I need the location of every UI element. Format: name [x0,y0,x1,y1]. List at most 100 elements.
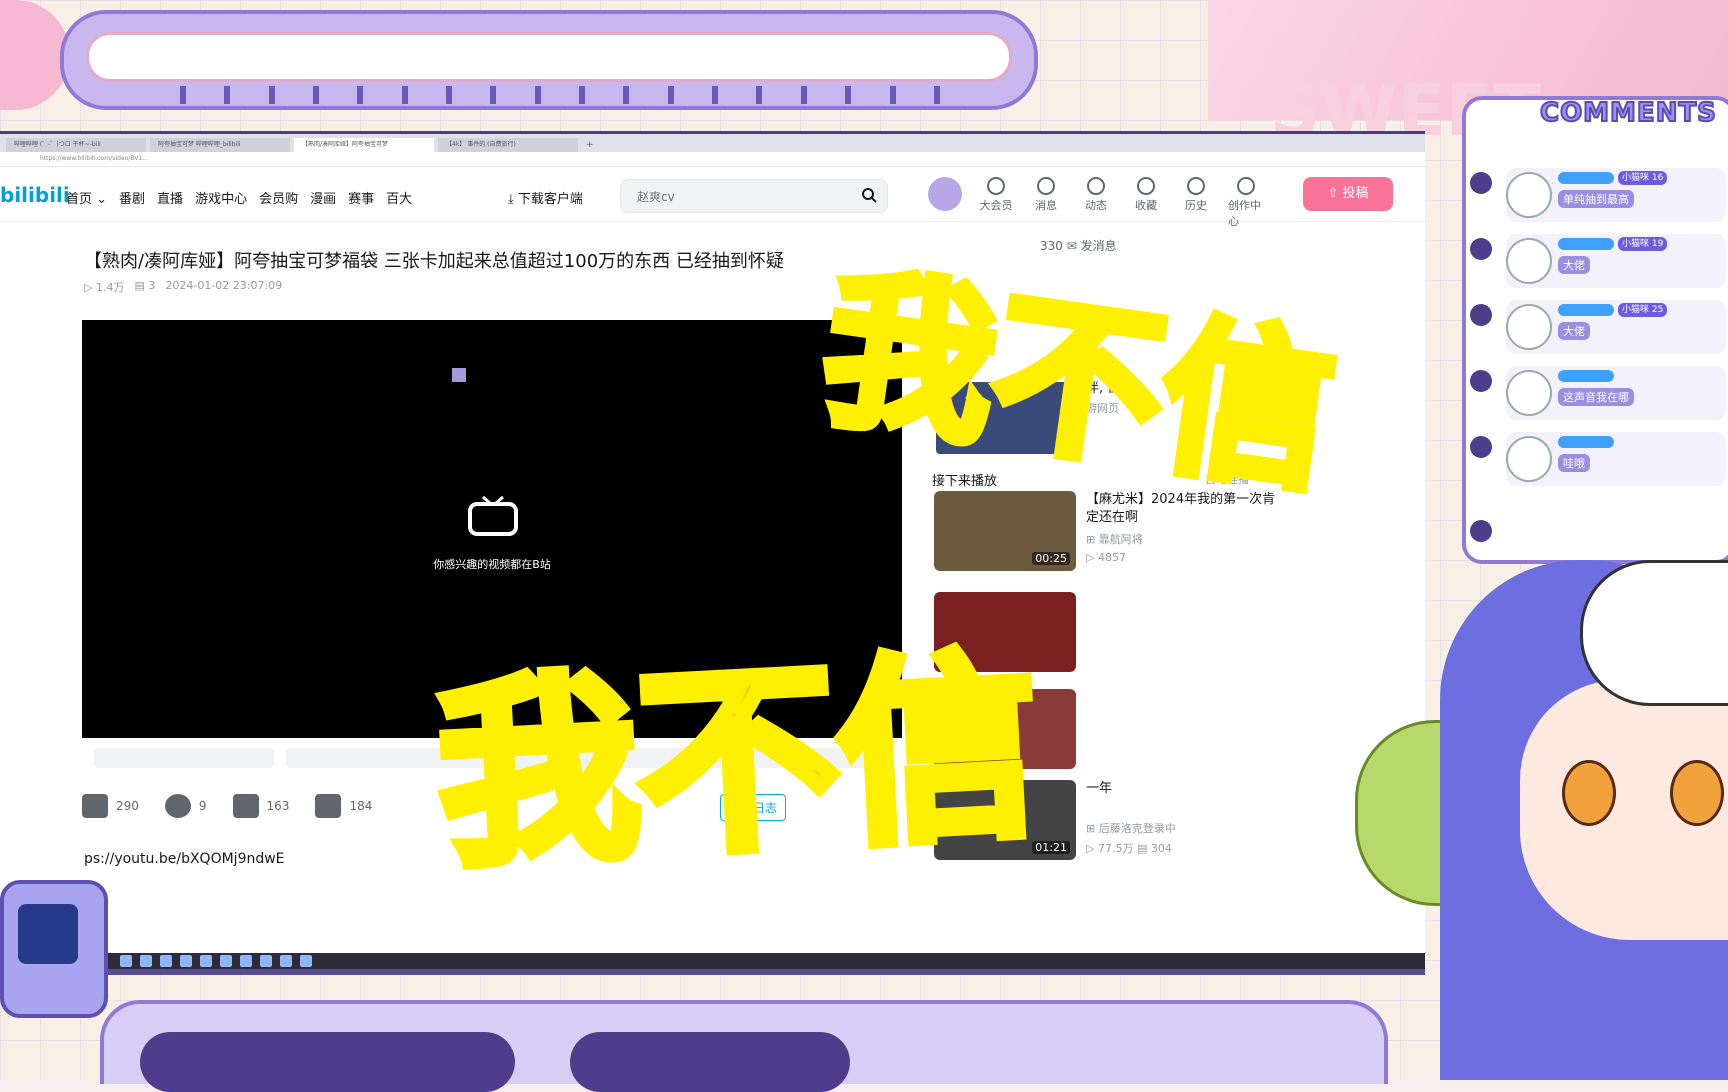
header-icons: 大会员 消息 动态 收藏 历史 创作中心 [978,177,1264,229]
nav-item-manga[interactable]: 漫画 [310,188,336,207]
comment-avatar [1506,172,1552,218]
comment-item: 小猫咪 16 单纯抽到最高 [1506,168,1726,222]
like-count: 290 [116,799,139,813]
taskbar-app-icon[interactable] [200,955,212,967]
recommendation-thumbnail: 00:25 [934,491,1076,571]
nav-item-top100[interactable]: 百大 [386,188,412,207]
view-count: ▷ 1.4万 [84,281,125,294]
share-button[interactable]: 184 [315,794,372,818]
header-creator[interactable]: 创作中心 [1228,177,1264,229]
comment-username [1558,238,1614,250]
header-messages[interactable]: 消息 [1028,177,1064,229]
nav-item-home[interactable]: 首页 ⌄ [66,188,107,207]
taskbar-app-icon[interactable] [220,955,232,967]
comment-item: 哇哦 [1506,432,1726,486]
header-favorites[interactable]: 收藏 [1128,177,1164,229]
browser-tab[interactable]: 【4k】 事件的 (自费旅行) [438,138,578,152]
search-input[interactable] [635,189,839,205]
share-arrow-icon [315,794,342,818]
bilibili-header: bilibili 首页 ⌄ 番剧 直播 游戏中心 会员购 漫画 赛事 百大 ⤓ … [0,169,1425,228]
cat-mask [1580,560,1728,706]
search-box[interactable] [620,179,888,213]
header-vip[interactable]: 大会员 [978,177,1014,229]
taskbar-icons [120,955,312,967]
new-tab-icon[interactable]: + [582,138,594,152]
nav-item-mall[interactable]: 会员购 [259,188,298,207]
description-link[interactable]: ps://youtu.be/bXQOMj9ndwE [84,851,285,867]
comment-username [1558,370,1614,382]
comment-text: 单纯抽到最高 [1558,190,1634,208]
taskbar-app-icon[interactable] [120,955,132,967]
overlay-ruler [180,86,940,104]
nav-item-esports[interactable]: 赛事 [348,188,374,207]
notebook-ring [1470,238,1492,260]
comment-avatar [1506,238,1552,284]
browser-tab[interactable]: 哔哩哔哩 (゜-゜)つロ 干杯~-bili [6,138,146,152]
comment-username [1558,436,1614,448]
header-history-label: 历史 [1185,199,1207,212]
nav-item-game-center[interactable]: 游戏中心 [195,188,247,207]
star-icon [232,794,259,818]
header-favorites-label: 收藏 [1135,199,1157,212]
nav-item-live[interactable]: 直播 [157,188,183,207]
browser-tab-active[interactable]: 【熟肉/凑阿库娅】阿夸抽宝可梦 [294,138,434,152]
view-count-value: 1.4万 [95,281,125,294]
creator-icon [1237,177,1255,195]
recommendation-duration: 00:25 [1032,552,1070,565]
taskbar-app-icon[interactable] [180,955,192,967]
taskbar-app-icon[interactable] [160,955,172,967]
comment-text: 哇哦 [1558,454,1590,472]
coin-button[interactable]: 9 [164,794,207,818]
favorite-count: 163 [266,799,290,813]
windows-taskbar [0,953,1425,969]
overlay-top-bar-inner [86,32,1012,82]
notebook-ring [1470,304,1492,326]
comment-badge: 小猫咪 19 [1618,237,1668,251]
overlay-bottom-pill [570,1032,850,1092]
player-loading-icon [452,368,466,382]
comment-avatar [1506,436,1552,482]
upload-button[interactable]: ⇧ 投稿 [1303,177,1393,211]
browser-tab[interactable]: 阿夸抽宝可梦 哔哩哔哩_bilibili [150,138,290,152]
notebook-ring [1470,370,1492,392]
search-icon[interactable] [861,187,877,203]
star-icon [1137,177,1155,195]
recommendation-uploader: ⊞ 靠航阿将 [1086,533,1143,546]
user-avatar[interactable] [928,177,962,211]
message-icon [1037,177,1055,195]
download-client-link[interactable]: ⤓ 下载客户端 [508,188,583,207]
notebook-ring [1470,436,1492,458]
comment-text: 大佬 [1558,256,1590,274]
taskbar-app-icon[interactable] [240,955,252,967]
recommendation-title: 一年 [1086,781,1113,796]
nav-item-anime[interactable]: 番剧 [119,188,145,207]
share-count: 184 [349,799,373,813]
favorite-button[interactable]: 163 [232,794,290,818]
comment-avatar [1506,304,1552,350]
taskbar-app-icon[interactable] [280,955,292,967]
comment-username [1558,172,1614,184]
taskbar-app-icon[interactable] [140,955,152,967]
danmaku-count-value: 3 [148,279,156,292]
header-history[interactable]: 历史 [1178,177,1214,229]
recommendation-stats: ▷ 77.5万 ▤ 304 [1086,842,1172,855]
vtuber-eye [1562,760,1616,826]
header-vip-label: 大会员 [979,199,1013,212]
taskbar-app-icon[interactable] [260,955,272,967]
address-bar[interactable]: https://www.bilibili.com/video/BV1... [0,152,1425,167]
header-dynamic[interactable]: 动态 [1078,177,1114,229]
overlay-bottom-pill [140,1032,515,1092]
video-title: 【熟肉/凑阿库娅】阿夸抽宝可梦福袋 三张卡加起来总值超过100万的东西 已经抽到… [84,251,784,272]
comment-item: 小猫咪 19 大佬 [1506,234,1726,288]
video-meta: ▷ 1.4万 ▤ 3 2024-01-02 23:07:09 [84,279,282,295]
like-button[interactable]: 290 [82,794,139,818]
gamepad-screen [18,904,78,964]
dynamic-icon [1087,177,1105,195]
comment-username [1558,304,1614,316]
taskbar-app-icon[interactable] [300,955,312,967]
thumbs-up-icon [82,794,108,818]
comment-badge: 小猫咪 16 [1618,171,1668,185]
comment-text: 这声音我在哪 [1558,388,1634,406]
header-messages-label: 消息 [1035,199,1057,212]
bilibili-logo[interactable]: bilibili [0,183,70,207]
